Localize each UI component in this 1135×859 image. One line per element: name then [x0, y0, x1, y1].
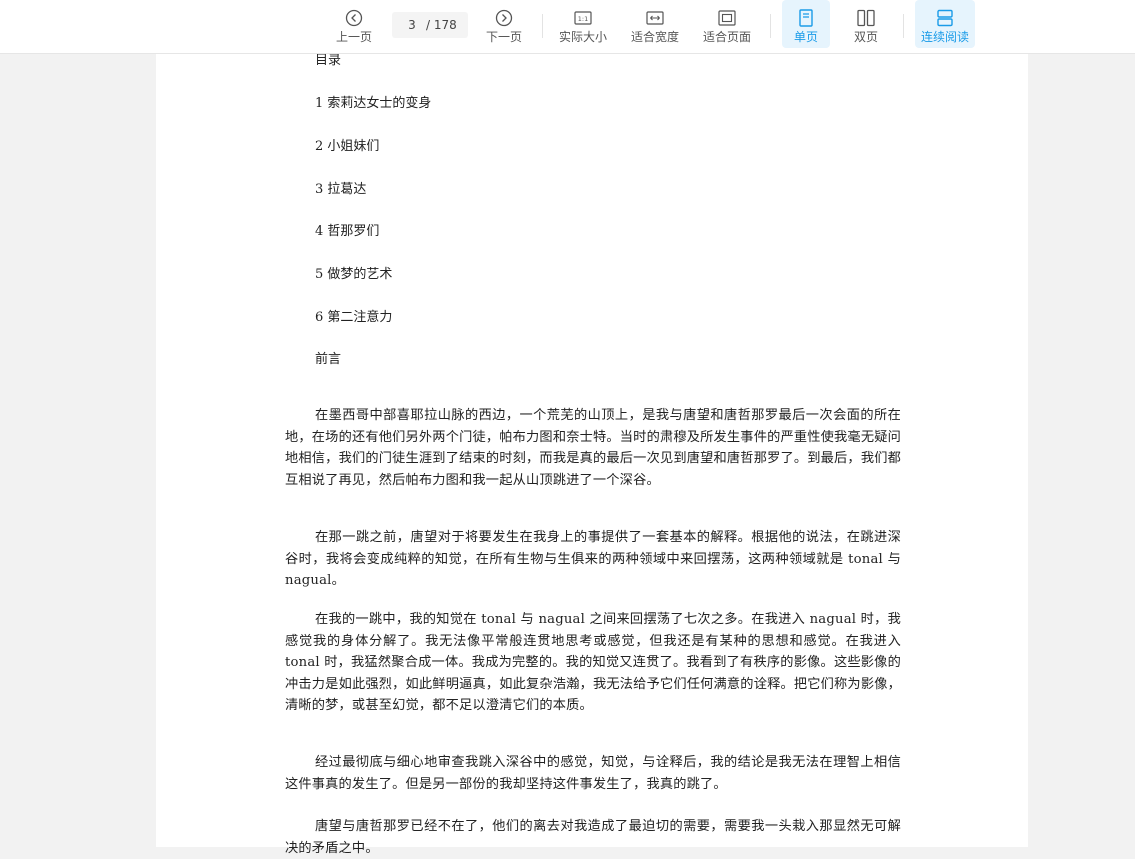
actual-size-label: 实际大小 [558, 30, 607, 44]
fit-page-button[interactable]: 适合页面 [699, 0, 755, 53]
fit-width-icon [645, 8, 665, 28]
total-pages: / 178 [426, 18, 457, 32]
document-page: 目录 1 索莉达女士的变身 2 小姐妹们 3 拉葛达 4 哲那罗们 5 做梦的艺… [156, 53, 1028, 856]
toc-item: 1 索莉达女士的变身 [315, 96, 432, 111]
fit-page-icon [717, 8, 737, 28]
single-page-button[interactable]: 单页 [782, 0, 830, 48]
prev-page-button[interactable]: 上一页 [330, 0, 378, 53]
next-page-button[interactable]: 下一页 [480, 0, 528, 53]
continuous-reading-icon [935, 8, 955, 28]
toolbar-divider [903, 14, 904, 38]
double-page-button[interactable]: 双页 [842, 0, 890, 53]
svg-text:1:1: 1:1 [578, 15, 588, 23]
body-paragraph: 在那一跳之前，唐望对于将要发生在我身上的事提供了一套基本的解释。根据他的说法，在… [285, 530, 901, 589]
prev-page-label: 上一页 [335, 30, 372, 44]
chevron-right-circle-icon [494, 8, 514, 28]
actual-size-button[interactable]: 1:1 实际大小 [555, 0, 611, 53]
body-paragraph: 唐望与唐哲那罗已经不在了，他们的离去对我造成了最迫切的需要，需要我一头栽入那显然… [285, 819, 901, 856]
toc-item: 5 做梦的艺术 [315, 267, 393, 282]
single-page-icon [796, 8, 816, 28]
toc-item: 2 小姐妹们 [315, 139, 380, 154]
toc-item: 6 第二注意力 [315, 310, 393, 325]
toc-heading: 目录 [315, 53, 342, 68]
chevron-left-circle-icon [344, 8, 364, 28]
single-page-label: 单页 [793, 30, 818, 44]
continuous-reading-button[interactable]: 连续阅读 [915, 0, 975, 48]
toolbar-divider [542, 14, 543, 38]
fit-width-label: 适合宽度 [630, 30, 679, 44]
body-paragraph: 在墨西哥中部喜耶拉山脉的西边，一个荒芜的山顶上，是我与唐望和唐哲那罗最后一次会面… [285, 408, 901, 488]
body-paragraph: 在我的一跳中，我的知觉在 tonal 与 nagual 之间来回摆荡了七次之多。… [285, 612, 901, 714]
next-page-label: 下一页 [485, 30, 522, 44]
reader-toolbar: 上一页 3 / 178 下一页 1:1 实际大小 适合宽度 适合页面 单页 双页… [0, 0, 1135, 54]
continuous-reading-label: 连续阅读 [920, 30, 969, 44]
body-paragraph: 经过最彻底与细心地审查我跳入深谷中的感觉，知觉，与诠释后，我的结论是我无法在理智… [285, 755, 901, 792]
toc-item: 4 哲那罗们 [315, 224, 380, 239]
preface-heading: 前言 [315, 352, 342, 367]
double-page-label: 双页 [853, 30, 878, 44]
toc-item: 3 拉葛达 [315, 182, 367, 197]
fit-width-button[interactable]: 适合宽度 [627, 0, 683, 53]
toolbar-divider [770, 14, 771, 38]
page-number-box[interactable]: 3 / 178 [392, 12, 468, 38]
double-page-icon [856, 8, 876, 28]
fit-page-label: 适合页面 [702, 30, 751, 44]
actual-size-icon: 1:1 [573, 8, 593, 28]
